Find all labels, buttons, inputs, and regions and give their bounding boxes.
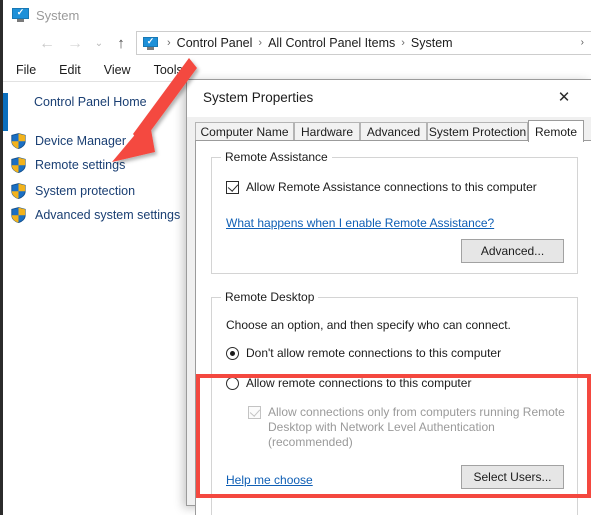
shield-icon [11, 157, 26, 173]
deny-remote-connections-radio[interactable] [226, 347, 239, 360]
breadcrumb-item-control-panel[interactable]: Control Panel [177, 36, 253, 50]
screenshot-root: ✓ System ← → ⌄ ↑ ✓ › Control Panel › All… [0, 0, 591, 515]
breadcrumb-separator-0: › [167, 37, 171, 49]
what-happens-link[interactable]: What happens when I enable Remote Assist… [226, 216, 494, 230]
tab-advanced[interactable]: Advanced [360, 122, 427, 141]
allow-remote-assistance-checkbox-row[interactable]: Allow Remote Assistance connections to t… [226, 180, 537, 195]
allow-remote-assistance-checkbox[interactable] [226, 181, 239, 194]
breadcrumb-overflow-icon[interactable]: › [581, 37, 584, 48]
breadcrumb-item-all-control-panel-items[interactable]: All Control Panel Items [268, 36, 395, 50]
computer-icon: ✓ [12, 8, 29, 22]
remote-assistance-legend: Remote Assistance [221, 150, 332, 164]
sidebar-item-system-protection[interactable]: System protection [11, 181, 135, 201]
deny-remote-connections-label: Don't allow remote connections to this c… [246, 346, 502, 360]
remote-desktop-instruction-row: Choose an option, and then specify who c… [226, 318, 511, 333]
window-title-label: System [36, 7, 80, 23]
highlight-rectangle [196, 374, 591, 498]
remote-assistance-group: Remote Assistance Allow Remote Assistanc… [211, 150, 578, 274]
shield-icon [11, 133, 26, 149]
shield-icon [11, 207, 26, 223]
breadcrumb-computer-icon: ✓ [143, 36, 158, 50]
deny-remote-connections-radio-row[interactable]: Don't allow remote connections to this c… [226, 346, 501, 361]
breadcrumb-separator-1: › [258, 37, 263, 49]
shield-icon [11, 183, 26, 199]
advanced-button[interactable]: Advanced... [461, 239, 564, 263]
menu-item-file[interactable]: File [6, 63, 46, 77]
menu-item-edit[interactable]: Edit [49, 63, 91, 77]
back-icon[interactable]: ← [36, 33, 58, 55]
tab-system-protection[interactable]: System Protection [427, 122, 528, 141]
sidebar-item-label: Advanced system settings [35, 208, 181, 222]
tab-hardware[interactable]: Hardware [294, 122, 360, 141]
window-title-bar: ✓ System [12, 4, 79, 26]
dialog-title: System Properties [203, 90, 314, 105]
sidebar-accent-bar [3, 93, 8, 131]
sidebar-item-label: System protection [35, 184, 136, 198]
allow-remote-assistance-label: Allow Remote Assistance connections to t… [246, 180, 537, 194]
breadcrumb-item-system[interactable]: System [411, 36, 453, 50]
breadcrumb-separator-2: › [401, 37, 405, 49]
sidebar-item-advanced-system-settings[interactable]: Advanced system settings [11, 205, 180, 225]
remote-desktop-legend: Remote Desktop [221, 290, 319, 304]
remote-assistance-help-link-row[interactable]: What happens when I enable Remote Assist… [226, 216, 494, 230]
forward-icon[interactable]: → [64, 33, 86, 55]
tab-remote[interactable]: Remote [528, 120, 584, 142]
remote-desktop-instruction: Choose an option, and then specify who c… [226, 318, 511, 332]
annotation-arrow-icon [112, 58, 197, 162]
menu-bar: File Edit View Tools [3, 59, 591, 81]
close-icon[interactable]: ✕ [549, 86, 579, 110]
tab-strip: Computer Name Hardware Advanced System P… [195, 120, 591, 142]
